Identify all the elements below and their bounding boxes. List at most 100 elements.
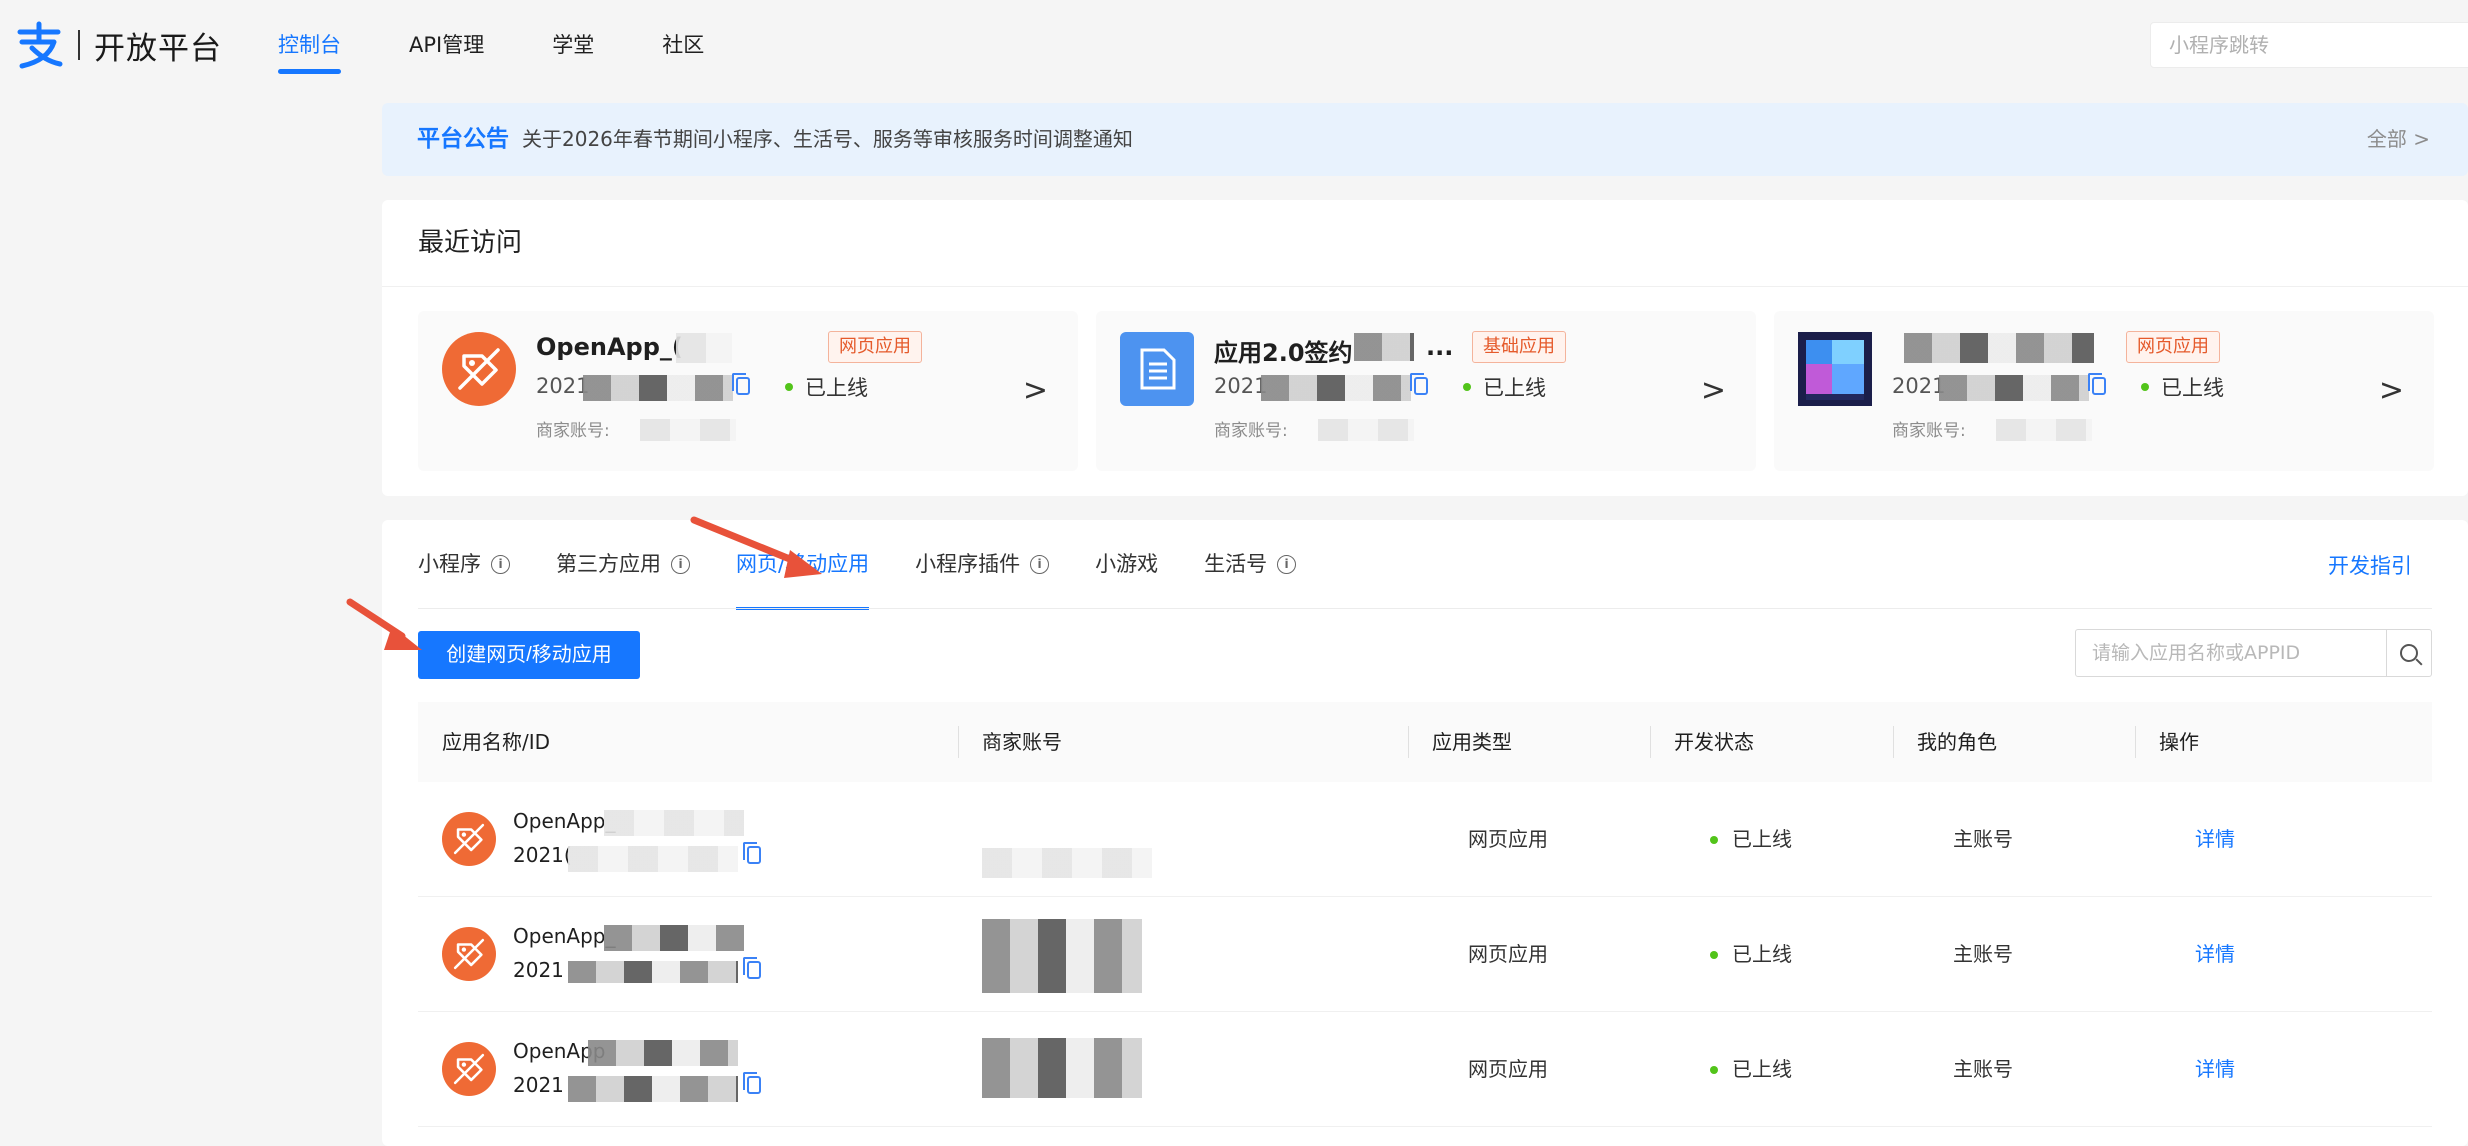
- my-role: 主账号: [1953, 942, 2013, 966]
- copy-icon[interactable]: [743, 1072, 761, 1094]
- base-app-icon: [1120, 332, 1194, 406]
- copy-icon[interactable]: [743, 842, 761, 864]
- online-dot-icon: [1710, 1065, 1718, 1074]
- column-header: 操作: [2159, 730, 2199, 754]
- tab-label: 小程序: [418, 552, 481, 576]
- column-header: 应用类型: [1432, 730, 1512, 754]
- top-bar: 开放平台 控制台 API管理 学堂 社区 小程序跳转: [0, 0, 2468, 92]
- info-icon[interactable]: i: [1277, 554, 1297, 574]
- detail-link[interactable]: 详情: [2195, 782, 2235, 897]
- redacted-block: [604, 925, 744, 951]
- divider: [382, 286, 2468, 287]
- web-app-icon: [442, 812, 496, 866]
- app-id: 2021(: [513, 843, 572, 867]
- app-name: OpenApp_: [513, 924, 616, 948]
- search-icon: [2400, 644, 2418, 662]
- tab-miniprogram-plugin[interactable]: 小程序插件 i: [915, 520, 1050, 608]
- online-dot-icon: [1710, 950, 1718, 959]
- miniprogram-jump-input[interactable]: 小程序跳转: [2150, 22, 2468, 68]
- redacted-block: [1318, 419, 1414, 441]
- app-type: 网页应用: [1468, 827, 1548, 851]
- copy-icon[interactable]: [743, 957, 761, 979]
- search-button[interactable]: [2386, 629, 2432, 677]
- detail-link[interactable]: 详情: [2195, 1012, 2235, 1127]
- redacted-block: [1904, 333, 2094, 363]
- online-dot-icon: [1710, 835, 1718, 844]
- app-name: OpenApp_: [513, 809, 616, 833]
- tab-miniprogram[interactable]: 小程序 i: [418, 520, 510, 608]
- logo-text: 开放平台: [94, 30, 222, 67]
- redacted-block: [568, 846, 738, 872]
- info-icon[interactable]: i: [1030, 554, 1050, 574]
- status-text: 已上线: [1732, 942, 1792, 966]
- detail-link[interactable]: 详情: [2195, 897, 2235, 1012]
- redacted-block: [1261, 375, 1411, 401]
- nav-item-academy[interactable]: 学堂: [552, 0, 594, 92]
- announcement-link[interactable]: 关于2026年春节期间小程序、生活号、服务等审核服务时间调整通知: [522, 103, 1133, 176]
- redacted-block: [604, 810, 744, 836]
- app-type: 网页应用: [1468, 942, 1548, 966]
- redacted-block: [1996, 419, 2092, 441]
- tab-life-account[interactable]: 生活号 i: [1204, 520, 1297, 608]
- recent-visits-title: 最近访问: [418, 228, 523, 258]
- column-divider: [1408, 726, 1409, 758]
- redacted-block: [1354, 333, 1414, 361]
- recent-app-card[interactable]: OpenApp_( 网页应用 2021 已上线 商家账号: >: [418, 311, 1078, 471]
- copy-icon[interactable]: [732, 373, 750, 395]
- merchant-label: 商家账号:: [536, 421, 610, 441]
- app-type-tag: 基础应用: [1472, 331, 1566, 363]
- app-status: 已上线: [1463, 372, 1546, 402]
- tab-mini-game[interactable]: 小游戏: [1095, 520, 1158, 608]
- dev-status: 已上线: [1710, 897, 1792, 1012]
- column-divider: [958, 726, 959, 758]
- redacted-block: [568, 961, 738, 983]
- main-nav: 控制台 API管理 学堂 社区: [278, 0, 772, 92]
- platform-logo[interactable]: 开放平台: [14, 20, 222, 70]
- info-icon[interactable]: i: [491, 554, 510, 574]
- recent-app-card[interactable]: 应用2.0签约 ... 基础应用 2021 已上线 商家账号: >: [1096, 311, 1756, 471]
- app-category-tabs: 小程序i 第三方应用i 网页/移动应用 小程序插件i 小游戏 生活号i: [418, 520, 1342, 610]
- status-text: 已上线: [1732, 1057, 1792, 1081]
- redacted-block: [568, 1076, 738, 1102]
- app-table: 应用名称/ID 商家账号 应用类型 开发状态 我的角色 操作 OpenApp_ …: [418, 702, 2432, 1127]
- table-row: OpenApp_ 2021( 网页应用 已上线 主账号 详情: [418, 782, 2432, 897]
- my-role: 主账号: [1953, 1057, 2013, 1081]
- dev-guide-link[interactable]: 开发指引: [2328, 520, 2412, 612]
- annotation-arrow-icon: [690, 516, 822, 578]
- tab-third-party-app[interactable]: 第三方应用 i: [556, 520, 690, 608]
- redacted-block: [676, 333, 732, 363]
- nav-item-community[interactable]: 社区: [662, 0, 704, 92]
- app-search-input[interactable]: 请输入应用名称或APPID: [2075, 629, 2387, 677]
- app-type-tag: 网页应用: [2126, 331, 2220, 363]
- dev-status: 已上线: [1710, 782, 1792, 897]
- copy-icon[interactable]: [1410, 373, 1428, 395]
- dev-status: 已上线: [1710, 1012, 1792, 1127]
- app-type-tag: 网页应用: [828, 331, 922, 363]
- merchant-label: 商家账号:: [1892, 421, 1966, 441]
- nav-item-console[interactable]: 控制台: [278, 0, 341, 92]
- app-id: 2021: [536, 374, 590, 398]
- online-dot-icon: [2141, 383, 2149, 391]
- copy-icon[interactable]: [2088, 373, 2106, 395]
- table-header: 应用名称/ID 商家账号 应用类型 开发状态 我的角色 操作: [418, 702, 2432, 782]
- web-app-icon: [442, 332, 516, 406]
- create-web-mobile-app-button[interactable]: 创建网页/移动应用: [418, 631, 640, 679]
- column-header: 商家账号: [982, 730, 1062, 754]
- status-text: 已上线: [1732, 827, 1792, 851]
- table-row: OpenApp 2021 网页应用 已上线 主账号 详情: [418, 1012, 2432, 1127]
- recent-app-card[interactable]: 网页应用 2021 已上线 商家账号: >: [1774, 311, 2434, 471]
- table-row: OpenApp_ 2021 网页应用 已上线 主账号 详情: [418, 897, 2432, 1012]
- app-name-ellipsis: ...: [1426, 333, 1454, 361]
- app-status: 已上线: [2141, 372, 2224, 402]
- app-list-panel: 小程序i 第三方应用i 网页/移动应用 小程序插件i 小游戏 生活号i 开发指引…: [382, 520, 2468, 1146]
- app-id: 2021: [513, 958, 564, 982]
- announcement-all-link[interactable]: 全部 >: [2367, 103, 2430, 176]
- app-type: 网页应用: [1468, 1057, 1548, 1081]
- info-icon[interactable]: i: [671, 554, 690, 574]
- app-id: 2021: [513, 1073, 564, 1097]
- redacted-block: [1939, 375, 2089, 401]
- tab-label: 第三方应用: [556, 552, 661, 576]
- redacted-block: [982, 848, 1152, 878]
- nav-item-api[interactable]: API管理: [409, 0, 484, 92]
- app-name: OpenApp_(: [536, 333, 683, 361]
